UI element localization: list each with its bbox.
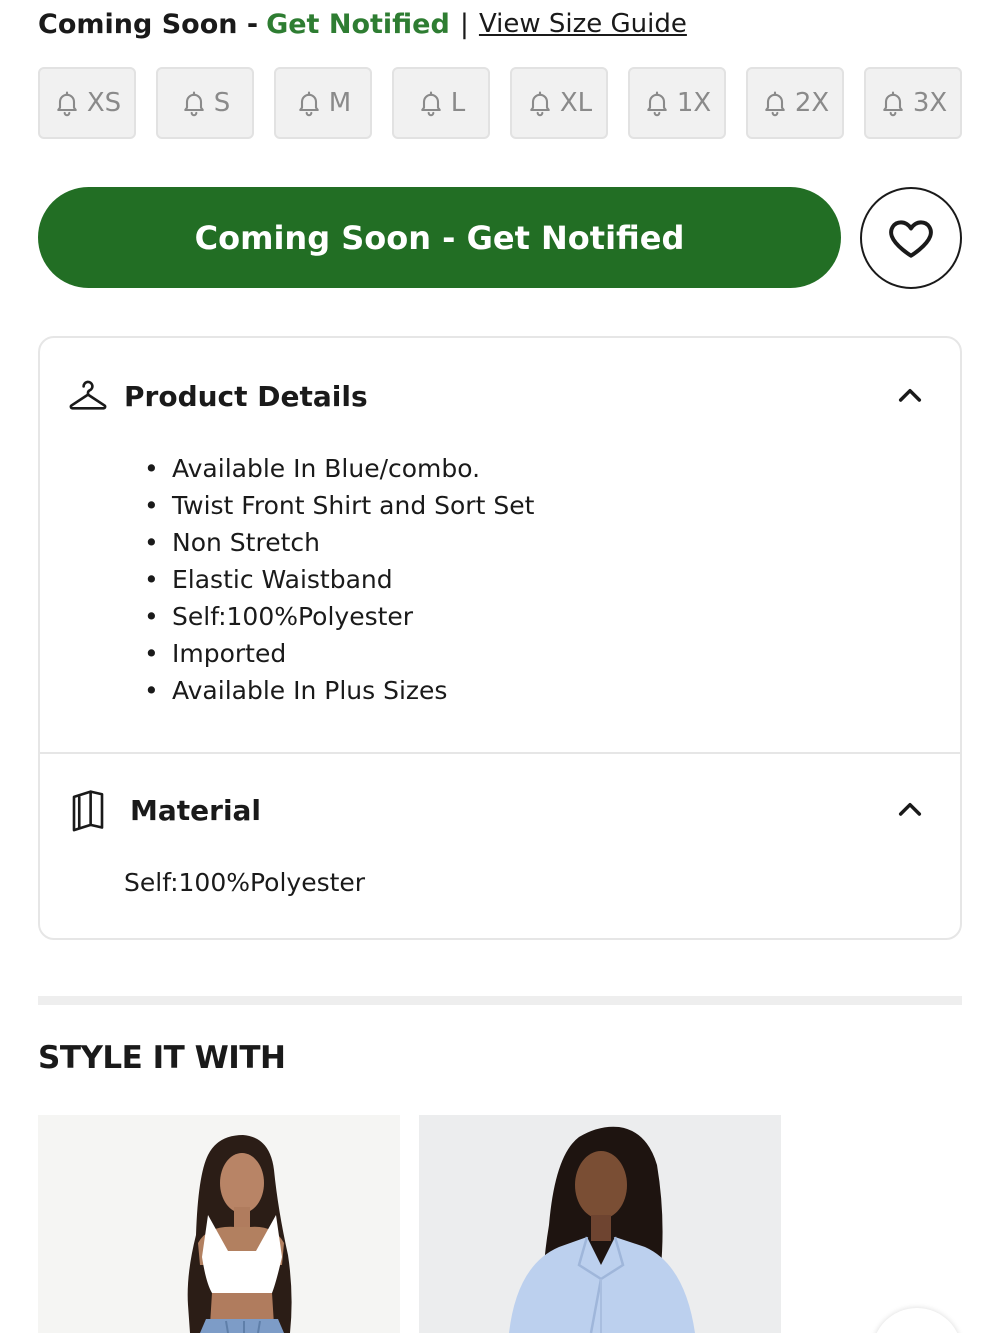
size-label: 1X	[676, 88, 712, 118]
bell-icon	[647, 91, 667, 117]
bell-icon	[183, 91, 204, 117]
product-image	[419, 1115, 781, 1333]
product-card[interactable]	[419, 1115, 781, 1333]
get-notified-button[interactable]: Coming Soon - Get Notified	[38, 187, 841, 288]
bell-icon	[298, 91, 319, 117]
size-label: S	[213, 88, 231, 118]
bell-icon	[765, 91, 785, 117]
wishlist-button[interactable]	[860, 187, 962, 289]
list-item: Self:100%Polyester	[144, 598, 534, 635]
hanger-icon	[66, 374, 110, 418]
style-it-with-title: STYLE IT WITH	[38, 1040, 286, 1076]
product-details-header[interactable]: Product Details	[66, 366, 934, 426]
section-divider	[40, 752, 960, 754]
product-details-title: Product Details	[124, 379, 368, 413]
get-notified-link[interactable]: Get Notified	[266, 9, 450, 40]
material-value: Self:100%Polyester	[124, 868, 366, 897]
size-option-xs[interactable]: XS	[38, 67, 136, 139]
size-label: XL	[559, 88, 593, 118]
material-header[interactable]: Material	[66, 780, 934, 840]
list-item: Elastic Waistband	[144, 561, 534, 598]
list-item: Imported	[144, 635, 534, 672]
list-item: Available In Plus Sizes	[144, 672, 534, 709]
bell-icon	[530, 91, 550, 117]
size-selector: XS S M L XL 1X 2X 3X	[38, 67, 962, 139]
carousel-next-button[interactable]	[872, 1308, 962, 1333]
availability-line: Coming Soon - Get Notified | View Size G…	[38, 4, 687, 44]
chevron-up-icon[interactable]	[894, 794, 926, 826]
size-option-xl[interactable]: XL	[510, 67, 608, 139]
list-item: Twist Front Shirt and Sort Set	[144, 487, 534, 524]
size-guide-link[interactable]: View Size Guide	[479, 9, 687, 39]
size-label: XS	[86, 88, 122, 118]
bell-icon	[420, 91, 441, 117]
size-option-3x[interactable]: 3X	[864, 67, 962, 139]
list-item: Non Stretch	[144, 524, 534, 561]
bell-icon	[883, 91, 903, 117]
list-item: Available In Blue/combo.	[144, 450, 534, 487]
chevron-up-icon[interactable]	[894, 380, 926, 412]
product-image	[38, 1115, 400, 1333]
coming-soon-text: Coming Soon -	[38, 8, 259, 40]
size-label: L	[450, 88, 466, 118]
section-divider	[38, 996, 962, 1005]
product-details-list: Available In Blue/combo. Twist Front Shi…	[144, 450, 534, 709]
product-info-accordion: Product Details Available In Blue/combo.…	[38, 336, 962, 940]
size-option-1x[interactable]: 1X	[628, 67, 726, 139]
heart-icon	[889, 220, 933, 258]
size-label: 3X	[912, 88, 948, 118]
size-option-m[interactable]: M	[274, 67, 372, 139]
bell-icon	[57, 91, 77, 117]
separator: |	[459, 8, 469, 40]
fabric-swatch-icon	[66, 788, 110, 832]
material-title: Material	[130, 793, 262, 827]
size-label: 2X	[794, 88, 830, 118]
size-option-s[interactable]: S	[156, 67, 254, 139]
size-label: M	[328, 88, 352, 118]
size-option-l[interactable]: L	[392, 67, 490, 139]
size-option-2x[interactable]: 2X	[746, 67, 844, 139]
product-card[interactable]	[38, 1115, 400, 1333]
